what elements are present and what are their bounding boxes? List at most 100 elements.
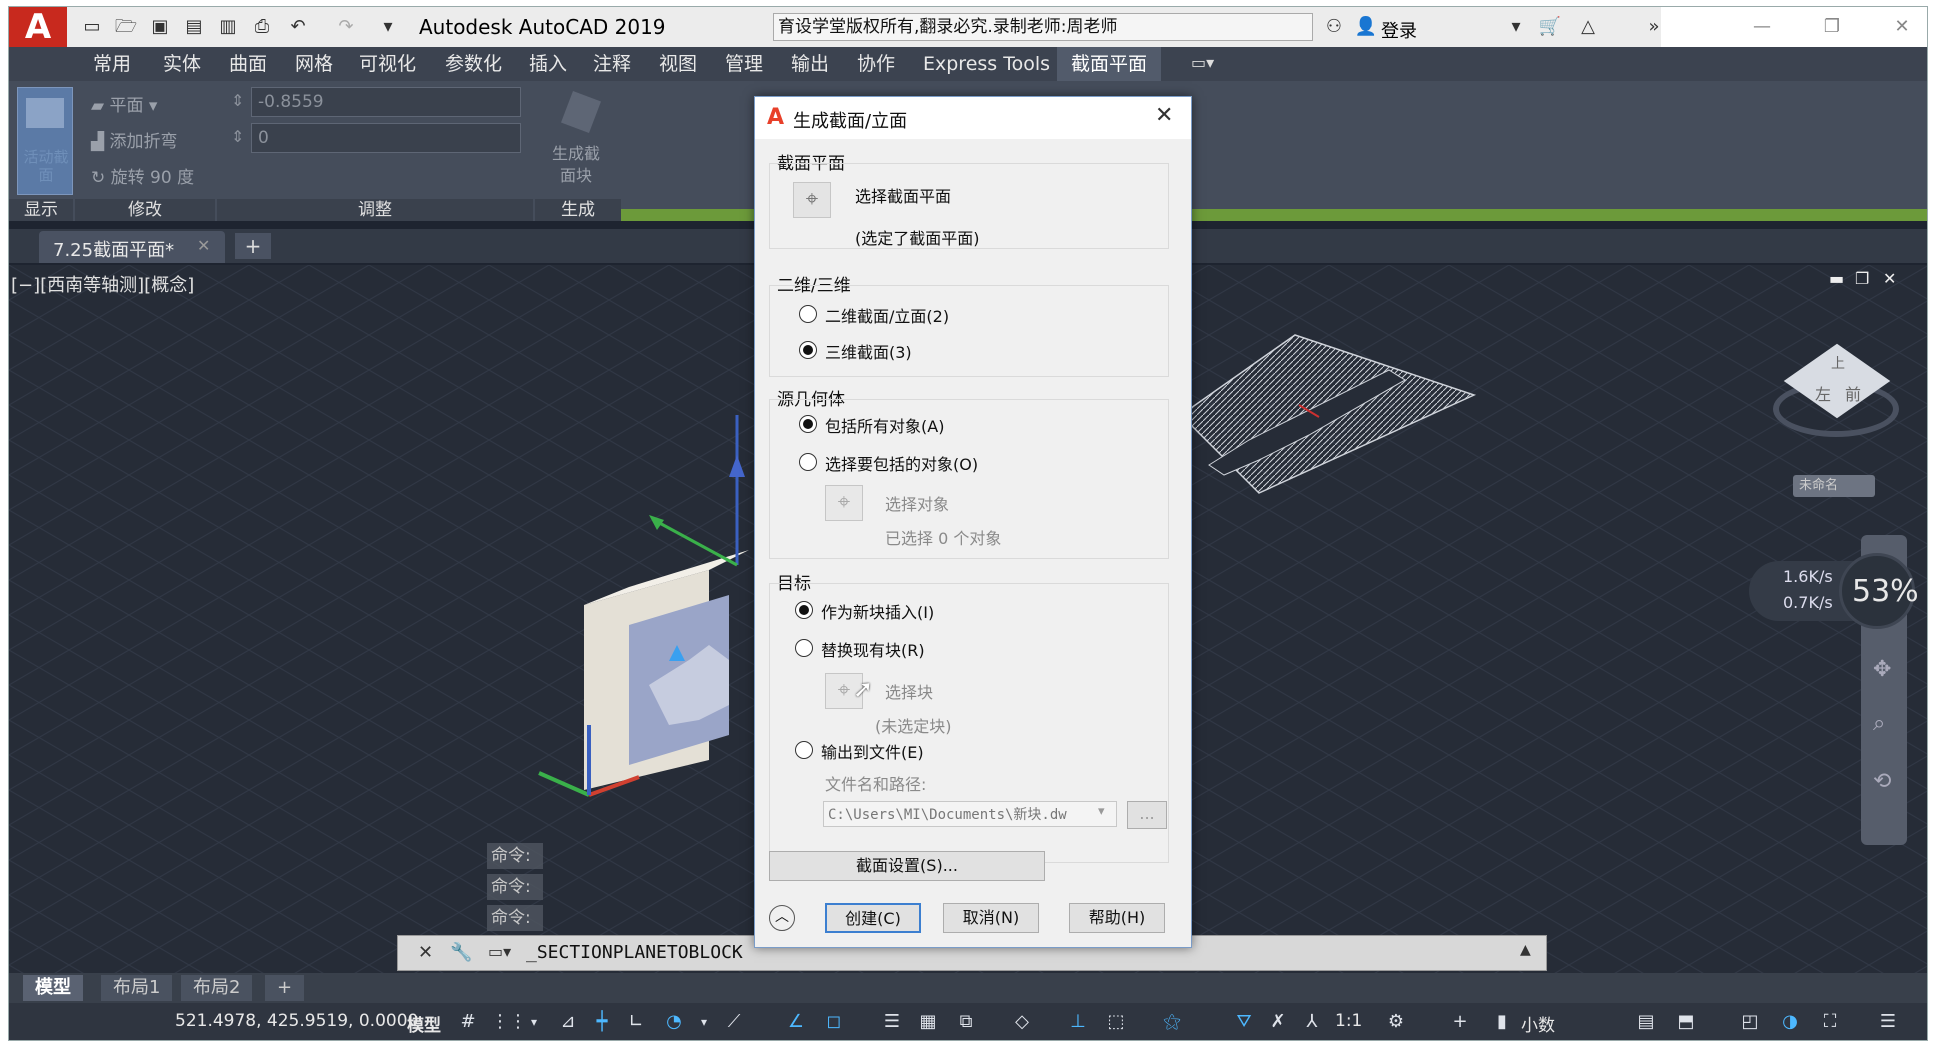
units-icon[interactable]: ▮ (1489, 1009, 1515, 1035)
close-window-icon[interactable]: ✕ (1889, 15, 1915, 39)
selection-cycling-icon[interactable]: ⧉ (953, 1009, 979, 1035)
snap-dropdown-icon[interactable]: ▾ (521, 1009, 547, 1035)
polar-icon[interactable]: ◔ (661, 1009, 687, 1035)
select-objects-button[interactable]: ⌖ (825, 485, 863, 521)
doc-tab-close-icon[interactable]: ✕ (197, 236, 210, 255)
annotation-monitor-icon[interactable]: + (1447, 1009, 1473, 1035)
add-jog-button[interactable]: ▟ 添加折弯 (91, 127, 177, 152)
lineweight-icon[interactable]: ☰ (879, 1009, 905, 1035)
tab-express-tools[interactable]: Express Tools (923, 47, 1050, 81)
isodraft-icon[interactable]: ⟋ (721, 1009, 747, 1035)
save-icon[interactable]: ▣ (147, 15, 173, 39)
annotation-icon[interactable]: ⅄ (1299, 1009, 1325, 1035)
plot-icon[interactable]: ⎙ (249, 15, 275, 39)
command-input[interactable]: _SECTIONPLANETOBLOCK (526, 942, 743, 963)
layout-tab-layout1[interactable]: 布局1 (101, 975, 173, 1001)
radio-2d-label[interactable]: 二维截面/立面(2) (825, 303, 949, 327)
viewport-controls-label[interactable]: [−][西南等轴测][概念] (11, 271, 194, 297)
generate-block-button[interactable]: 生成截面块 (543, 87, 619, 195)
clean-screen-icon[interactable]: ⛶ (1817, 1009, 1843, 1035)
select-plane-button[interactable]: ⌖ (793, 182, 831, 218)
browse-button[interactable]: ... (1127, 801, 1167, 829)
snap-icon[interactable]: ⋮⋮ (491, 1009, 527, 1035)
help-triangle-icon[interactable]: △ (1575, 15, 1601, 39)
tab-mesh[interactable]: 网格 (295, 47, 333, 81)
auto-scale-icon[interactable]: ✗ (1265, 1009, 1291, 1035)
open-folder-icon[interactable]: 🗁 (113, 15, 139, 39)
nav-orbit-icon[interactable]: ⟲ (1873, 769, 1891, 794)
tab-view[interactable]: 视图 (659, 47, 697, 81)
offset-input[interactable]: -0.8559 (251, 87, 521, 117)
radio-3d-label[interactable]: 三维截面(3) (825, 339, 912, 363)
help-button[interactable]: 帮助(H) (1069, 903, 1165, 933)
viewport-close-icon[interactable]: ✕ (1883, 269, 1896, 288)
coordinates-readout[interactable]: 521.4978, 425.9519, 0.0000 (175, 1011, 418, 1031)
radio-3d-section[interactable] (799, 341, 817, 359)
new-layout-icon[interactable]: + (265, 975, 305, 1001)
viewport-minimize-icon[interactable]: ▬ (1829, 269, 1844, 288)
insert-new-label[interactable]: 作为新块插入(I) (821, 599, 934, 623)
tab-manage[interactable]: 管理 (725, 47, 763, 81)
offset-slider-icon[interactable]: ⇕ (231, 91, 244, 110)
radio-insert-new-block[interactable] (795, 601, 813, 619)
command-customize-icon[interactable]: 🔧 (450, 942, 472, 963)
tab-output[interactable]: 输出 (791, 47, 829, 81)
doc-tab-active[interactable]: 7.25截面平面* ✕ (39, 231, 225, 263)
viewcube-front-face[interactable]: 前 (1845, 381, 1861, 405)
scale-dropdown[interactable]: 1:1 (1335, 1011, 1362, 1031)
qat-dropdown-icon[interactable]: ▾ (375, 15, 401, 39)
file-path-combobox[interactable]: C:\Users\MI\Documents\新块.dw ▾ (823, 801, 1117, 827)
new-tab-icon[interactable]: + (235, 233, 271, 259)
radio-include-all[interactable] (799, 415, 817, 433)
nav-pan-icon[interactable]: ✥ (1873, 657, 1891, 682)
section-settings-button[interactable]: 截面设置(S)... (769, 851, 1045, 881)
ribbon-options-icon[interactable]: ▭▾ (1191, 53, 1214, 72)
dialog-close-icon[interactable]: ✕ (1155, 103, 1173, 128)
polar-dropdown-icon[interactable]: ▾ (691, 1009, 717, 1035)
include-all-label[interactable]: 包括所有对象(A) (825, 413, 944, 437)
minimize-icon[interactable]: — (1749, 15, 1775, 39)
quick-properties-icon[interactable]: ▤ (1633, 1009, 1659, 1035)
viewcube-left-face[interactable]: 左 (1815, 381, 1831, 405)
user-icon[interactable]: 👤 (1353, 15, 1379, 39)
viewcube[interactable]: 上 左 前 (1773, 341, 1903, 451)
dynamic-ucs-icon[interactable]: ⊥ (1065, 1009, 1091, 1035)
infer-constraints-icon[interactable]: ⊿ (555, 1009, 581, 1035)
tab-annotate[interactable]: 注释 (593, 47, 631, 81)
create-button[interactable]: 创建(C) (825, 903, 921, 933)
replace-block-label[interactable]: 替换现有块(R) (821, 637, 925, 661)
tab-parametric[interactable]: 参数化 (445, 47, 502, 81)
publish-icon[interactable]: ▥ (215, 15, 241, 39)
isolate-objects-icon[interactable]: ◰ (1737, 1009, 1763, 1035)
radio-select-objects[interactable] (799, 453, 817, 471)
transparency-icon[interactable]: ▦ (915, 1009, 941, 1035)
viewcube-top-face[interactable]: 上 (1831, 353, 1845, 373)
annotation-scale-icon[interactable]: ⛛ (1231, 1009, 1257, 1035)
lock-ui-icon[interactable]: ⬒ (1673, 1009, 1699, 1035)
annotation-visibility-icon[interactable]: ⚝ (1159, 1009, 1185, 1035)
hardware-acceleration-icon[interactable]: ◑ (1777, 1009, 1803, 1035)
radio-replace-block[interactable] (795, 639, 813, 657)
layout-tab-layout2[interactable]: 布局2 (181, 975, 253, 1001)
panel-display-label[interactable]: 显示 (9, 199, 73, 221)
tab-section-plane[interactable]: 截面平面 (1057, 47, 1162, 81)
tab-insert[interactable]: 插入 (529, 47, 567, 81)
3d-osnap-icon[interactable]: ◇ (1009, 1009, 1035, 1035)
radio-export-file[interactable] (795, 741, 813, 759)
tab-home[interactable]: 常用 (93, 47, 131, 81)
slice-input[interactable]: 0 (251, 123, 521, 153)
command-prompt-icon[interactable]: ▭▾ (488, 942, 522, 961)
cart-icon[interactable]: 🛒 (1537, 15, 1563, 39)
plane-button[interactable]: ▰ 平面 ▾ (91, 91, 157, 116)
radio-2d-section[interactable] (799, 305, 817, 323)
command-close-icon[interactable]: ✕ (418, 942, 440, 963)
panel-adjust-label[interactable]: 调整 (217, 199, 533, 221)
viewport-restore-icon[interactable]: ❐ (1855, 269, 1869, 288)
tab-visualize[interactable]: 可视化 (359, 47, 416, 81)
nav-zoom-icon[interactable]: ⌕ (1873, 711, 1885, 736)
customization-icon[interactable]: ☰ (1875, 1009, 1901, 1035)
workspace-gear-icon[interactable]: ⚙ (1383, 1009, 1409, 1035)
gizmo-icon[interactable]: ⬚ (1103, 1009, 1129, 1035)
tab-collaborate[interactable]: 协作 (857, 47, 895, 81)
slice-slider-icon[interactable]: ⇕ (231, 127, 244, 146)
